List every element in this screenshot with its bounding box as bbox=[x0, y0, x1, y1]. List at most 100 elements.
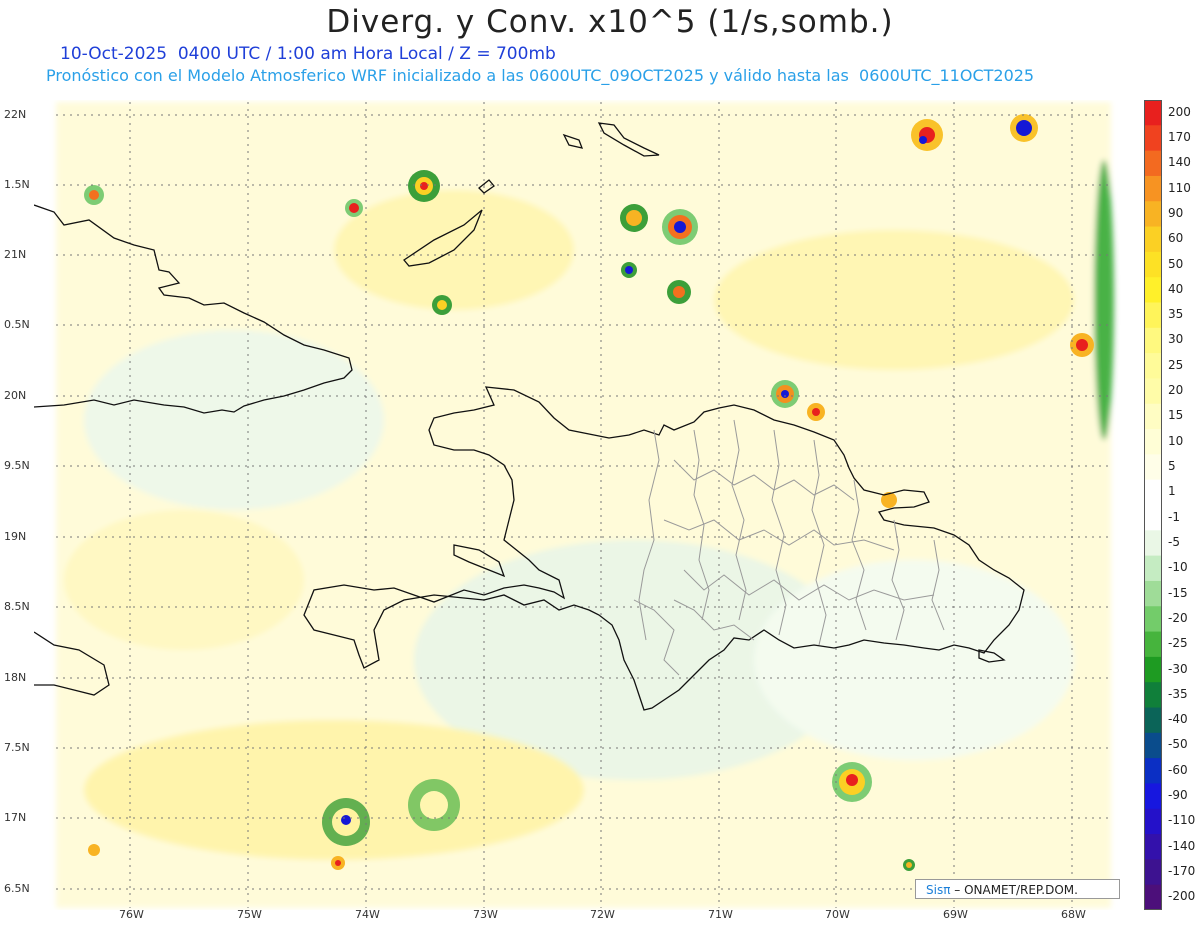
colorbar-swatch bbox=[1144, 682, 1162, 708]
colorbar-swatch bbox=[1144, 125, 1162, 152]
cell-15 bbox=[432, 295, 452, 315]
y-tick-1: 1.5N bbox=[4, 178, 30, 191]
cell-19 bbox=[331, 856, 345, 870]
colorbar-swatch bbox=[1144, 656, 1162, 683]
colorbar-label: 170 bbox=[1168, 129, 1191, 144]
colorbar-label: 5 bbox=[1168, 459, 1176, 474]
cell-12 bbox=[345, 199, 363, 217]
cell-10 bbox=[1070, 333, 1094, 357]
cell-2 bbox=[771, 380, 799, 408]
y-tick-2: 21N bbox=[4, 248, 27, 261]
credit-text: – ONAMET/REP.DOM. bbox=[950, 883, 1078, 897]
colorbar-label: -1 bbox=[1168, 509, 1180, 524]
colorbar-swatch bbox=[1144, 175, 1162, 202]
cell-9 bbox=[620, 204, 648, 232]
x-tick-4: 72W bbox=[590, 908, 615, 921]
colorbar-label: 35 bbox=[1168, 307, 1184, 322]
x-tick-5: 71W bbox=[708, 908, 733, 921]
colorbar-swatch bbox=[1144, 100, 1162, 126]
colorbar-label: 110 bbox=[1168, 180, 1191, 195]
colorbar-swatch bbox=[1144, 580, 1162, 607]
colorbar-swatch bbox=[1144, 251, 1162, 278]
colorbar-swatch bbox=[1144, 226, 1162, 253]
x-tick-2: 74W bbox=[355, 908, 380, 921]
colorbar-swatch bbox=[1144, 505, 1162, 531]
cell-1 bbox=[662, 209, 698, 245]
x-tick-3: 73W bbox=[473, 908, 498, 921]
colorbar-swatch bbox=[1144, 758, 1162, 784]
colorbar-label: 25 bbox=[1168, 357, 1184, 372]
sispi-logo: Sisπ bbox=[926, 883, 951, 897]
cell-8 bbox=[408, 170, 440, 202]
colorbar-label: 140 bbox=[1168, 155, 1191, 170]
colorbar-label: -35 bbox=[1168, 686, 1188, 701]
colorbar-label: 30 bbox=[1168, 332, 1184, 347]
colorbar-swatch bbox=[1144, 834, 1162, 860]
x-tick-6: 70W bbox=[825, 908, 850, 921]
colorbar-label: -30 bbox=[1168, 661, 1188, 676]
colorbar-label: -90 bbox=[1168, 788, 1188, 803]
cell-4 bbox=[911, 119, 943, 151]
colorbar-label: 200 bbox=[1168, 104, 1191, 119]
colorbar-label: 15 bbox=[1168, 408, 1184, 423]
x-tick-0: 76W bbox=[119, 908, 144, 921]
colorbar-label: 60 bbox=[1168, 231, 1184, 246]
colorbar-swatch bbox=[1144, 859, 1162, 886]
colorbar-label: 50 bbox=[1168, 256, 1184, 271]
colorbar-swatch bbox=[1144, 631, 1162, 658]
colorbar-swatch bbox=[1144, 732, 1162, 759]
colorbar-swatch bbox=[1144, 150, 1162, 177]
colorbar-label: 10 bbox=[1168, 433, 1184, 448]
cell-16 bbox=[621, 262, 637, 278]
colorbar-swatch bbox=[1144, 707, 1162, 734]
y-tick-11: 6.5N bbox=[4, 882, 30, 895]
colorbar-label: -170 bbox=[1168, 864, 1196, 879]
colorbar-label: -20 bbox=[1168, 610, 1188, 625]
colorbar-label: -5 bbox=[1168, 534, 1180, 549]
colorbar-label: 40 bbox=[1168, 281, 1184, 296]
colorbar-swatch bbox=[1144, 454, 1162, 481]
colorbar bbox=[1144, 100, 1162, 910]
colorbar-swatch bbox=[1144, 327, 1162, 354]
colorbar-swatch bbox=[1144, 403, 1162, 430]
cell-6 bbox=[322, 798, 370, 846]
cell-18 bbox=[903, 859, 915, 871]
x-tick-1: 75W bbox=[237, 908, 262, 921]
colorbar-label: 90 bbox=[1168, 205, 1184, 220]
cell-11 bbox=[84, 185, 104, 205]
colorbar-label: -25 bbox=[1168, 636, 1188, 651]
cell-5 bbox=[832, 762, 872, 802]
colorbar-swatch bbox=[1144, 530, 1162, 557]
y-tick-7: 8.5N bbox=[4, 600, 30, 613]
cell-3 bbox=[1010, 114, 1038, 142]
colorbar-label: -140 bbox=[1168, 838, 1196, 853]
colorbar-swatch bbox=[1144, 479, 1162, 506]
y-tick-8: 18N bbox=[4, 671, 27, 684]
valid-time-subtitle: 10-Oct-2025 0400 UTC / 1:00 am Hora Loca… bbox=[60, 44, 556, 64]
cell-7 bbox=[408, 779, 460, 831]
y-tick-5: 9.5N bbox=[4, 459, 30, 472]
y-tick-4: 20N bbox=[4, 389, 27, 402]
colorbar-swatch bbox=[1144, 277, 1162, 303]
colorbar-swatch bbox=[1144, 606, 1162, 633]
colorbar-swatch bbox=[1144, 201, 1162, 228]
y-tick-0: 22N bbox=[4, 108, 27, 121]
divergence-field bbox=[56, 102, 1114, 908]
cell-13 bbox=[667, 280, 691, 304]
colorbar-swatch bbox=[1144, 555, 1162, 582]
colorbar-label: -10 bbox=[1168, 560, 1188, 575]
forecast-map bbox=[34, 100, 1114, 910]
cell-20 bbox=[88, 844, 100, 856]
model-run-subtitle: Pronóstico con el Modelo Atmosferico WRF… bbox=[46, 66, 1035, 85]
colorbar-label: -15 bbox=[1168, 585, 1188, 600]
colorbar-swatch bbox=[1144, 378, 1162, 405]
colorbar-swatch bbox=[1144, 353, 1162, 379]
colorbar-label: 1 bbox=[1168, 484, 1176, 499]
x-tick-7: 69W bbox=[943, 908, 968, 921]
colorbar-label: -110 bbox=[1168, 813, 1196, 828]
colorbar-swatch bbox=[1144, 783, 1162, 810]
colorbar-label: -40 bbox=[1168, 712, 1188, 727]
credit-box: Sisπ – ONAMET/REP.DOM. bbox=[915, 879, 1120, 899]
colorbar-label: -60 bbox=[1168, 762, 1188, 777]
y-tick-9: 7.5N bbox=[4, 741, 30, 754]
